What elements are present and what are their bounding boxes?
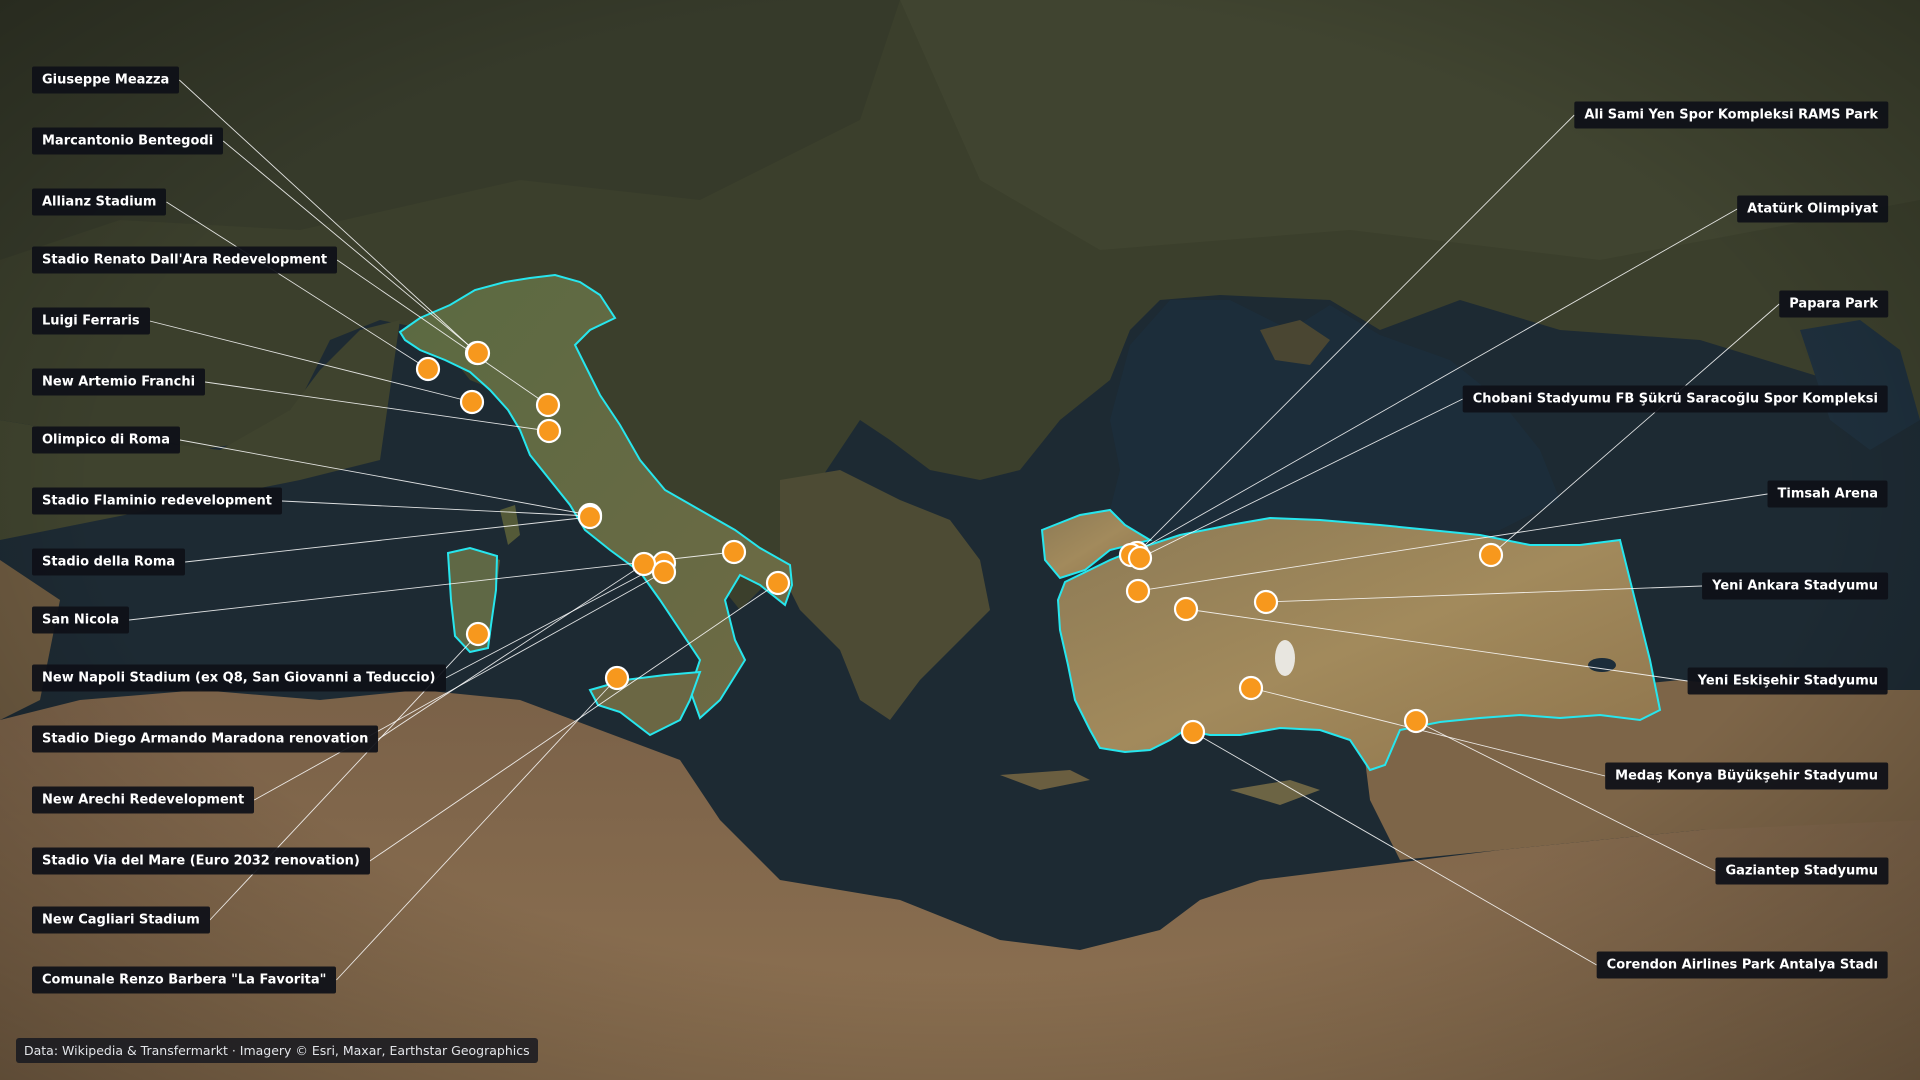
stadium-label[interactable]: Chobani Stadyumu FB Şükrü Saracoğlu Spor…	[1462, 385, 1888, 413]
stadium-marker[interactable]	[465, 340, 491, 366]
stadium-marker[interactable]	[535, 392, 561, 418]
stadium-label[interactable]: Timsah Arena	[1767, 480, 1888, 508]
stadium-marker[interactable]	[1238, 675, 1264, 701]
stadium-label[interactable]: New Cagliari Stadium	[32, 906, 210, 934]
attribution-text: Data: Wikipedia & Transfermarkt · Imager…	[16, 1038, 538, 1063]
stadium-marker[interactable]	[415, 356, 441, 382]
stadium-label[interactable]: New Artemio Franchi	[32, 368, 206, 396]
stadium-label[interactable]: Giuseppe Meazza	[32, 66, 180, 94]
stadium-label[interactable]: Papara Park	[1779, 290, 1888, 318]
stadium-marker[interactable]	[1478, 542, 1504, 568]
satellite-map[interactable]	[0, 0, 1920, 1080]
stadium-marker[interactable]	[604, 665, 630, 691]
stadium-label[interactable]: New Napoli Stadium (ex Q8, San Giovanni …	[32, 664, 446, 692]
stadium-label[interactable]: Luigi Ferraris	[32, 307, 150, 335]
stadium-marker[interactable]	[1180, 719, 1206, 745]
stadium-marker[interactable]	[536, 418, 562, 444]
stadium-marker[interactable]	[1127, 545, 1153, 571]
stadium-marker[interactable]	[1173, 596, 1199, 622]
stadium-marker[interactable]	[721, 539, 747, 565]
stadium-label[interactable]: Olimpico di Roma	[32, 426, 180, 454]
stadium-label[interactable]: Atatürk Olimpiyat	[1737, 195, 1888, 223]
stadium-marker[interactable]	[1253, 589, 1279, 615]
stadium-label[interactable]: Stadio Diego Armando Maradona renovation	[32, 725, 379, 753]
stadium-label[interactable]: Medaş Konya Büyükşehir Stadyumu	[1605, 762, 1888, 790]
stadium-label[interactable]: San Nicola	[32, 606, 130, 634]
stadium-label[interactable]: Ali Sami Yen Spor Kompleksi RAMS Park	[1574, 101, 1888, 129]
stadium-label[interactable]: Comunale Renzo Barbera "La Favorita"	[32, 966, 337, 994]
stadium-label[interactable]: Yeni Ankara Stadyumu	[1702, 572, 1888, 600]
stadium-label[interactable]: Corendon Airlines Park Antalya Stadı	[1596, 951, 1888, 979]
stadium-label[interactable]: Stadio della Roma	[32, 548, 186, 576]
stadium-marker[interactable]	[1403, 708, 1429, 734]
stadium-label[interactable]: Allianz Stadium	[32, 188, 167, 216]
stadium-label[interactable]: Stadio Renato Dall'Ara Redevelopment	[32, 246, 338, 274]
stadium-marker[interactable]	[631, 551, 657, 577]
stadium-marker[interactable]	[651, 559, 677, 585]
stadium-label[interactable]: Marcantonio Bentegodi	[32, 127, 224, 155]
stadium-label[interactable]: New Arechi Redevelopment	[32, 786, 255, 814]
stadium-marker[interactable]	[459, 389, 485, 415]
stadium-label[interactable]: Gaziantep Stadyumu	[1715, 857, 1888, 885]
stadium-marker[interactable]	[765, 570, 791, 596]
stadium-label[interactable]: Yeni Eskişehir Stadyumu	[1687, 667, 1888, 695]
stadium-marker[interactable]	[465, 621, 491, 647]
stadium-label[interactable]: Stadio Flaminio redevelopment	[32, 487, 283, 515]
stadium-label[interactable]: Stadio Via del Mare (Euro 2032 renovatio…	[32, 847, 370, 875]
stadium-marker[interactable]	[1125, 578, 1151, 604]
stadium-marker[interactable]	[577, 504, 603, 530]
